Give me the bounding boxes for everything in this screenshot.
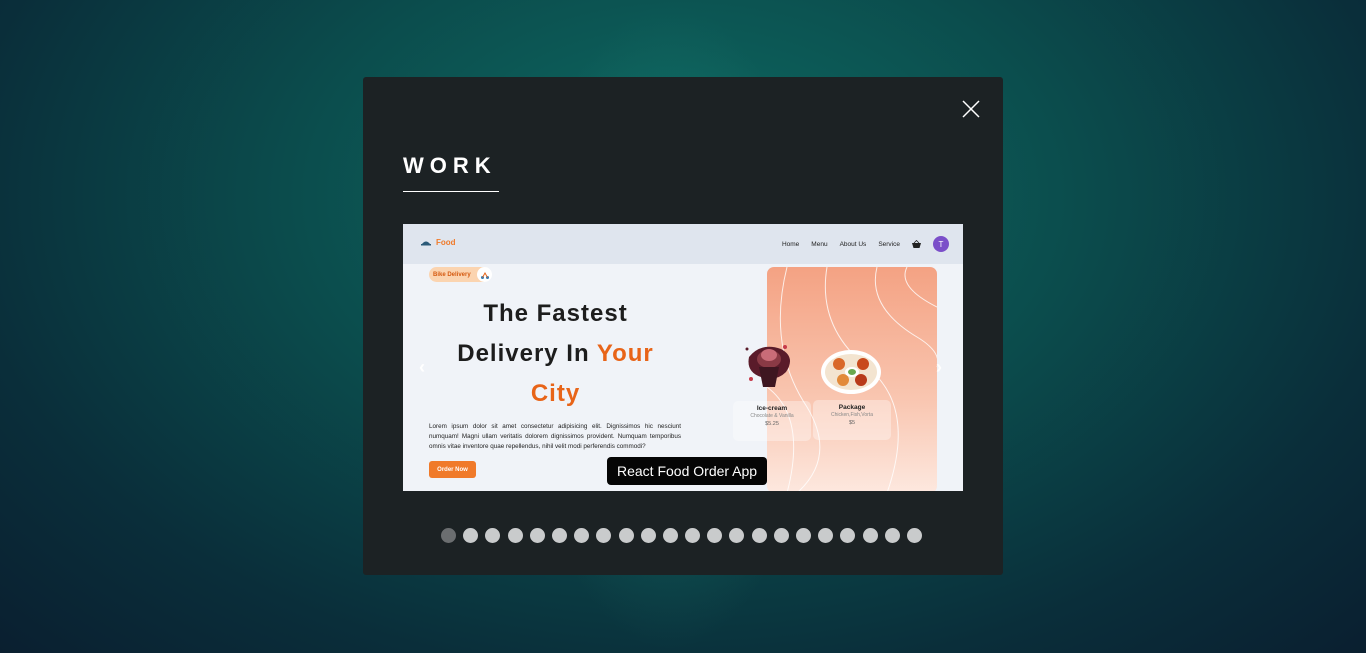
pagination-dot[interactable] (707, 528, 723, 543)
scooter-icon (477, 267, 492, 282)
icecream-image (745, 345, 790, 387)
card-name: Ice-cream (756, 405, 788, 412)
card-price: $5 (848, 420, 856, 426)
close-icon (962, 100, 980, 118)
pagination-dot[interactable] (884, 528, 900, 543)
carousel-slide[interactable]: Food Home Menu About Us Service T Bike D… (403, 224, 963, 491)
modal-title: WORK (403, 153, 497, 178)
carousel-pagination (441, 528, 922, 543)
pagination-dot[interactable] (485, 528, 501, 543)
pagination-dot[interactable] (463, 528, 479, 543)
card-subtitle: Chocolate & Vanilla (750, 413, 794, 419)
pagination-dot[interactable] (574, 528, 590, 543)
pagination-dot[interactable] (596, 528, 612, 543)
product-card-package: Package Chicken,Fish,Vorta $5 (813, 400, 891, 440)
headline-line-1: The Fastest (483, 300, 628, 327)
pagination-dot[interactable] (662, 528, 678, 543)
carousel-next-arrow[interactable]: › (936, 357, 942, 378)
preview-menu-about: About Us (839, 240, 867, 248)
pagination-dot[interactable] (906, 528, 922, 543)
card-subtitle: Chicken,Fish,Vorta (831, 412, 873, 418)
product-card-icecream: Ice-cream Chocolate & Vanilla $5.25 (733, 401, 811, 441)
pagination-dot[interactable] (685, 528, 701, 543)
pagination-dot[interactable] (818, 528, 834, 543)
hero-headline: The Fastest Delivery In Your City (443, 294, 668, 414)
close-button[interactable] (961, 99, 981, 119)
preview-logo-text: Food (436, 238, 456, 247)
preview-menu-home: Home (781, 240, 800, 248)
delivery-logo-icon (421, 241, 431, 245)
card-name: Package (838, 404, 866, 411)
carousel-prev-arrow[interactable]: ‹ (419, 357, 425, 378)
pagination-dot[interactable] (729, 528, 745, 543)
food-platter-image (821, 350, 881, 394)
bike-delivery-badge: Bike Delivery (429, 267, 492, 282)
headline-line-3: City (530, 380, 581, 407)
pagination-dot[interactable] (529, 528, 545, 543)
pagination-dot[interactable] (640, 528, 656, 543)
headline-line-2: Delivery In Your (443, 334, 668, 374)
pagination-dot[interactable] (441, 528, 456, 543)
work-modal: WORK Food Home Menu About Us Service T B… (363, 77, 1003, 575)
preview-avatar: T (933, 236, 949, 252)
preview-logo: Food (421, 238, 456, 247)
pagination-dot[interactable] (507, 528, 523, 543)
slide-caption: React Food Order App (607, 457, 768, 485)
badge-label: Bike Delivery (433, 271, 471, 278)
preview-menu-service: Service (878, 240, 900, 248)
pagination-dot[interactable] (551, 528, 567, 543)
preview-menu-menu: Menu (811, 240, 828, 248)
pagination-dot[interactable] (751, 528, 767, 543)
order-now-button: Order Now (429, 461, 476, 478)
pagination-dot[interactable] (862, 528, 878, 543)
pagination-dot[interactable] (773, 528, 789, 543)
pagination-dot[interactable] (840, 528, 856, 543)
pagination-dot[interactable] (796, 528, 811, 543)
card-price: $5.25 (765, 421, 779, 427)
title-underline (403, 191, 499, 192)
headline-line-2-accent: Your (596, 340, 654, 367)
hero-description: Lorem ipsum dolor sit amet consectetur a… (429, 423, 681, 450)
preview-navbar: Food Home Menu About Us Service T (403, 224, 963, 264)
pagination-dot[interactable] (618, 528, 634, 543)
basket-icon (912, 240, 921, 248)
preview-menu: Home Menu About Us Service T (782, 236, 949, 252)
headline-line-2-plain: Delivery In (457, 340, 590, 367)
